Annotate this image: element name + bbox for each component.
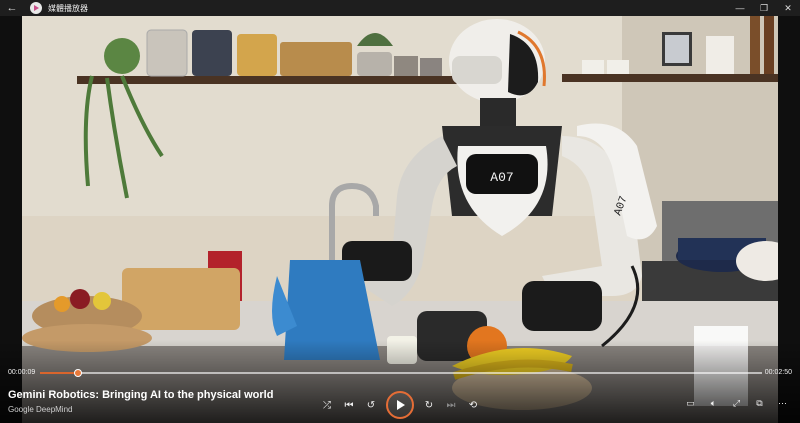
back-button[interactable]: ← [0, 0, 24, 16]
play-button[interactable] [386, 391, 414, 419]
secondary-controls: ▭ 🔈︎ ⤢ ⧉ ⋯ [679, 393, 794, 413]
seek-progress [40, 372, 79, 374]
video-title: Gemini Robotics: Bringing AI to the phys… [8, 389, 274, 401]
left-shelf [77, 76, 457, 84]
play-icon [397, 400, 405, 410]
media-info: Gemini Robotics: Bringing AI to the phys… [8, 389, 273, 414]
right-shelf [562, 74, 778, 82]
close-button[interactable]: ✕ [776, 0, 800, 16]
fullscreen-icon[interactable]: ⤢ [725, 393, 748, 413]
previous-icon[interactable]: ⏮ [338, 394, 360, 416]
media-player-app-icon [30, 2, 42, 14]
volume-icon[interactable]: 🔈︎ [702, 393, 725, 413]
more-options-icon[interactable]: ⋯ [771, 393, 794, 413]
title-bar: ← 媒體播放器 — ❐ ✕ [0, 0, 800, 16]
window-title: 媒體播放器 [48, 3, 88, 13]
transport-controls: ⤮ ⏮ ↺ ↻ ⏭ ⟲ [316, 391, 484, 419]
rewind-10-icon[interactable]: ↺ [360, 394, 382, 416]
maximize-button[interactable]: ❐ [752, 0, 776, 16]
total-duration: 00:02:50 [764, 369, 792, 376]
shuffle-icon[interactable]: ⤮ [316, 394, 338, 416]
next-icon[interactable]: ⏭ [440, 394, 462, 416]
video-channel: Google DeepMind [8, 405, 73, 414]
elapsed-time: 00:00:09 [8, 369, 36, 376]
minimize-button[interactable]: — [728, 0, 752, 16]
repeat-icon[interactable]: ⟲ [462, 394, 484, 416]
forward-30-icon[interactable]: ↻ [418, 394, 440, 416]
seek-bar[interactable] [40, 369, 762, 377]
robot-chest-label: A07 [490, 170, 513, 185]
subtitles-icon[interactable]: ▭ [679, 393, 702, 413]
cast-icon[interactable]: ⧉ [748, 393, 771, 413]
